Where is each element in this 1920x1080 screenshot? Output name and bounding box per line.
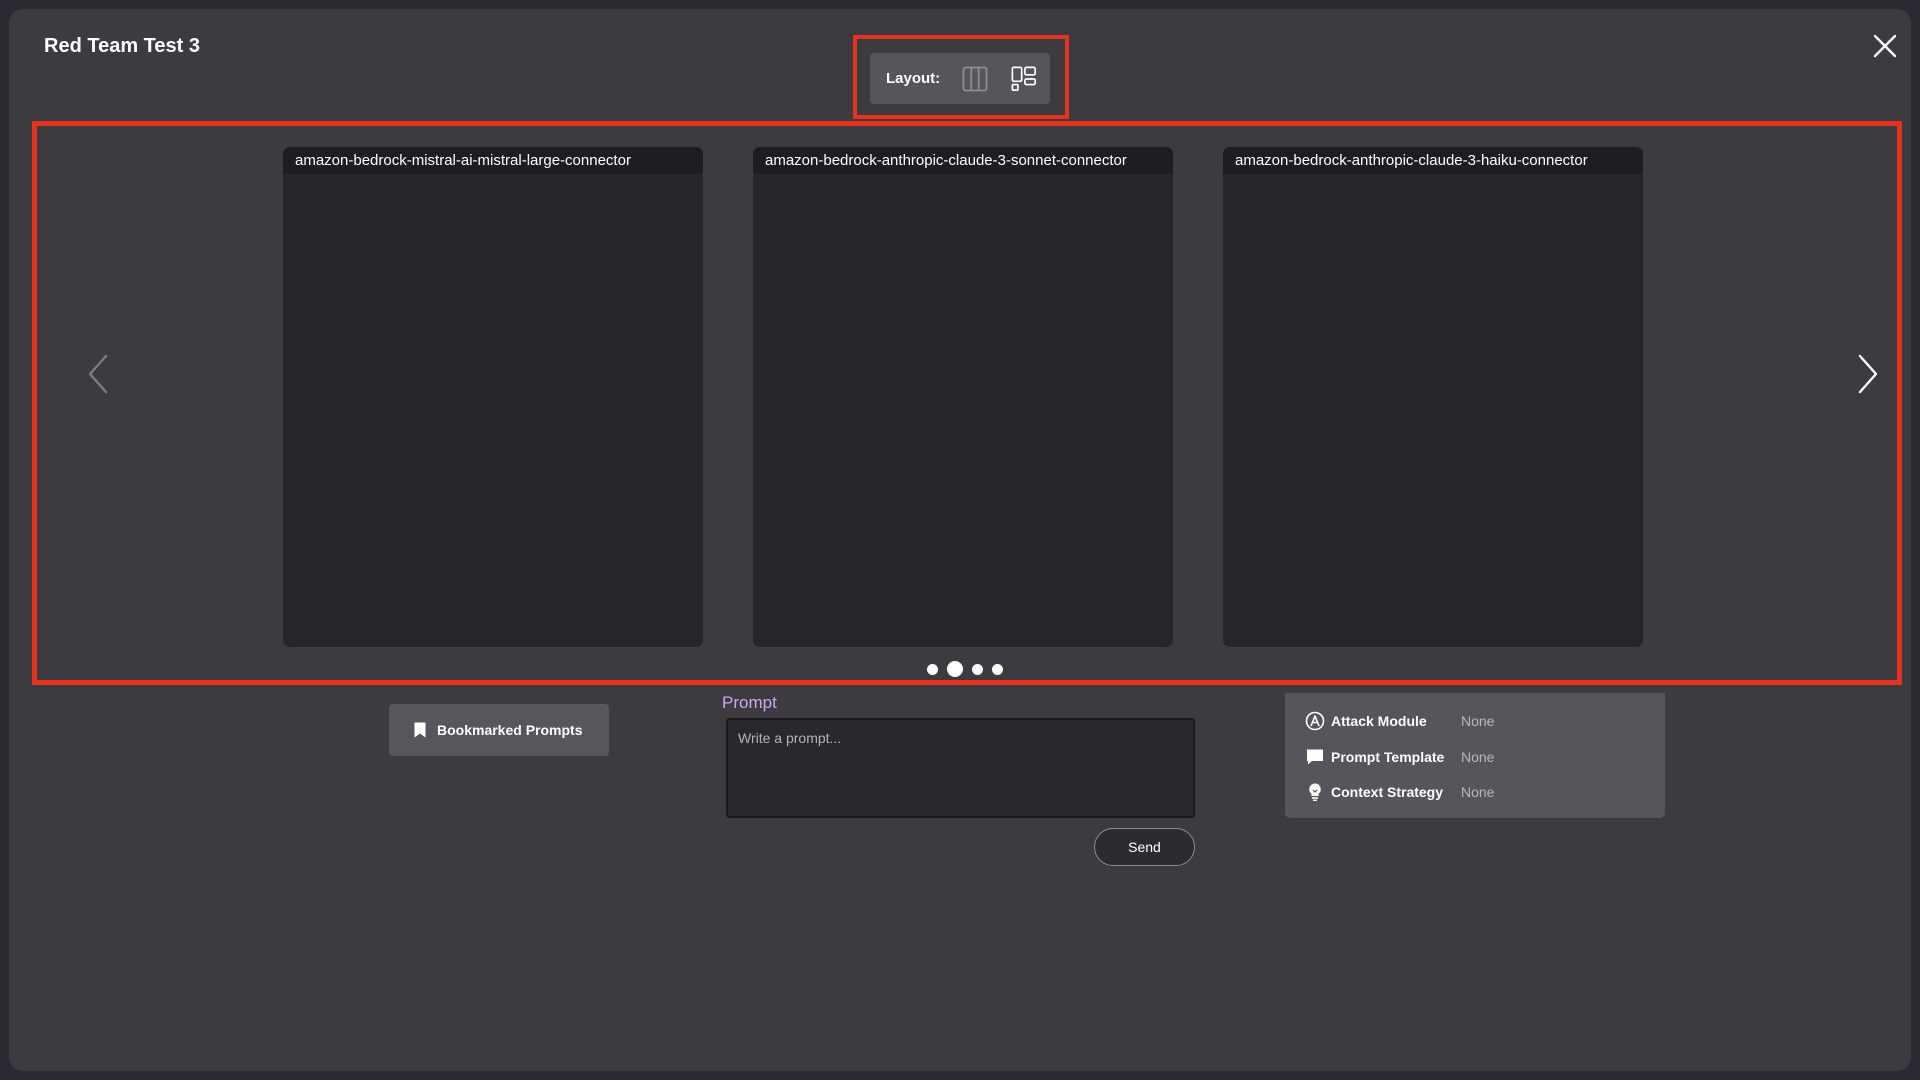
- prompt-template-value: None: [1461, 749, 1495, 765]
- attack-module-icon: [1305, 711, 1325, 731]
- connector-chat-panel: amazon-bedrock-anthropic-claude-3-haiku-…: [1223, 147, 1643, 647]
- prompt-label: Prompt: [722, 693, 777, 712]
- prompt-template-row[interactable]: Prompt Template None: [1305, 747, 1494, 767]
- attack-module-label: Attack Module: [1331, 713, 1427, 729]
- close-button[interactable]: [1869, 30, 1901, 62]
- bookmarked-prompts-button[interactable]: Bookmarked Prompts: [389, 704, 609, 756]
- prompt-template-label: Prompt Template: [1331, 749, 1445, 765]
- grid-layout-button[interactable]: [1011, 66, 1037, 92]
- connector-chat-panel: amazon-bedrock-mistral-ai-mistral-large-…: [283, 147, 703, 647]
- panel-title: amazon-bedrock-mistral-ai-mistral-large-…: [283, 147, 703, 174]
- lightbulb-icon: [1305, 782, 1325, 802]
- carousel-prev-button[interactable]: [84, 352, 112, 396]
- chat-carousel: amazon-bedrock-mistral-ai-mistral-large-…: [32, 121, 1902, 685]
- pagination-dot[interactable]: [972, 663, 983, 675]
- close-icon: [1873, 34, 1897, 58]
- context-strategy-value: None: [1461, 784, 1495, 800]
- pagination-dot-active[interactable]: [947, 661, 963, 677]
- carousel-pagination: [927, 661, 1003, 677]
- pagination-dot[interactable]: [927, 663, 938, 675]
- pagination-dot[interactable]: [992, 663, 1003, 675]
- layout-selector: Layout:: [870, 53, 1050, 104]
- bookmarked-prompts-label: Bookmarked Prompts: [437, 722, 583, 738]
- chevron-left-icon: [88, 354, 108, 394]
- modal-title: Red Team Test 3: [44, 35, 200, 57]
- bookmark-icon: [414, 722, 426, 738]
- attack-module-value: None: [1461, 713, 1495, 729]
- options-panel: Attack Module None Prompt Template None: [1285, 693, 1665, 818]
- red-team-modal: Red Team Test 3 Layout: amazon-bedrock-m…: [9, 9, 1911, 1071]
- connector-chat-panel: amazon-bedrock-anthropic-claude-3-sonnet…: [753, 147, 1173, 647]
- carousel-next-button[interactable]: [1854, 352, 1882, 396]
- panel-title: amazon-bedrock-anthropic-claude-3-sonnet…: [753, 147, 1173, 174]
- panel-title: amazon-bedrock-anthropic-claude-3-haiku-…: [1223, 147, 1643, 174]
- layout-label: Layout:: [886, 70, 941, 87]
- context-strategy-label: Context Strategy: [1331, 784, 1444, 800]
- speech-bubble-icon: [1305, 747, 1325, 767]
- columns-layout-icon: [962, 66, 988, 91]
- chevron-right-icon: [1858, 354, 1878, 394]
- prompt-input[interactable]: [726, 718, 1195, 818]
- columns-layout-button[interactable]: [962, 66, 988, 92]
- context-strategy-row[interactable]: Context Strategy None: [1305, 782, 1494, 802]
- send-button[interactable]: Send: [1094, 828, 1195, 866]
- grid-layout-icon: [1011, 66, 1037, 91]
- attack-module-row[interactable]: Attack Module None: [1305, 711, 1494, 731]
